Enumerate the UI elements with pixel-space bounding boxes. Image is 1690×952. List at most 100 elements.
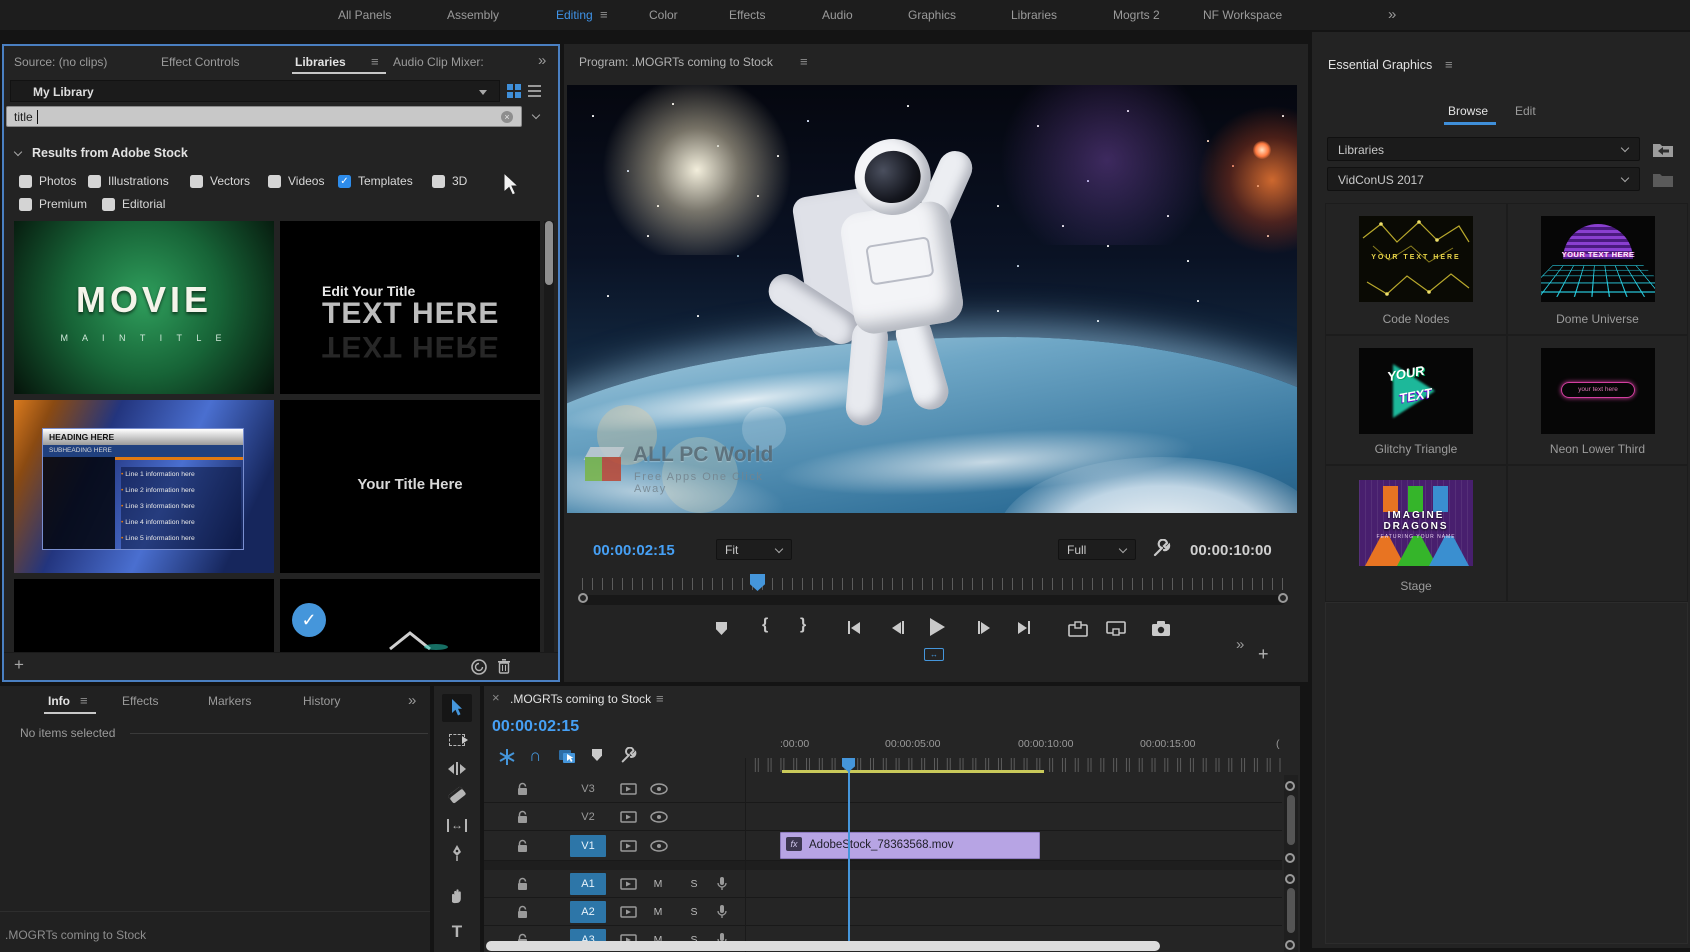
snap-magnet-icon[interactable]: ∩ (529, 746, 541, 766)
a2-solo-button[interactable]: S (686, 904, 702, 920)
v2-lock-icon[interactable] (516, 810, 529, 825)
folder-icon[interactable] (1652, 170, 1674, 188)
essential-graphics-menu-icon[interactable]: ≡ (1445, 57, 1453, 72)
go-to-out-button[interactable] (1018, 621, 1030, 634)
scrollbar-right-handle[interactable] (1278, 593, 1288, 603)
stock-template-item[interactable] (14, 579, 274, 652)
v2-sync-lock-icon[interactable] (620, 810, 638, 824)
a1-solo-button[interactable]: S (686, 876, 702, 892)
program-panel-menu-icon[interactable]: ≡ (800, 54, 808, 69)
timeline-playhead-line[interactable] (848, 760, 850, 942)
nest-sequence-icon[interactable] (498, 748, 516, 766)
tab-source-monitor[interactable]: Source: (no clips) (14, 55, 107, 69)
workspace-tab-all-panels[interactable]: All Panels (338, 8, 391, 22)
premium-checkbox[interactable] (19, 198, 32, 211)
workspace-tab-assembly[interactable]: Assembly (447, 8, 499, 22)
libraries-panel-menu-icon[interactable]: ≡ (371, 54, 379, 69)
filter-premium[interactable]: Premium (19, 197, 87, 211)
workspace-tab-mogrts2[interactable]: Mogrts 2 (1113, 8, 1160, 22)
a1-voiceover-mic-icon[interactable] (716, 876, 728, 892)
filter-videos[interactable]: Videos (268, 174, 324, 188)
tab-history[interactable]: History (303, 694, 340, 708)
three-d-checkbox[interactable] (432, 175, 445, 188)
v1-sync-lock-icon[interactable] (620, 839, 638, 853)
stock-template-text-here[interactable]: Edit Your Title TEXT HERE TEXT HERE (280, 221, 540, 394)
audio-zoom-handle-bottom[interactable] (1285, 940, 1295, 950)
tab-effect-controls[interactable]: Effect Controls (161, 55, 239, 69)
stock-template-your-title-here[interactable]: Your Title Here (280, 400, 540, 573)
program-scrollbar[interactable] (580, 595, 1286, 605)
search-clear-icon[interactable]: × (501, 111, 513, 123)
v3-toggle-visibility-icon[interactable] (650, 783, 668, 795)
program-overflow-chevron-icon[interactable]: » (1236, 636, 1244, 653)
filter-templates[interactable]: ✓Templates (338, 174, 413, 188)
workspace-tab-effects[interactable]: Effects (729, 8, 765, 22)
mogrt-code-nodes[interactable]: YOUR TEXT HERE Code Nodes (1325, 203, 1507, 335)
vectors-checkbox[interactable] (190, 175, 203, 188)
editorial-checkbox[interactable] (102, 198, 115, 211)
step-back-button[interactable] (892, 621, 904, 634)
timeline-add-marker-icon[interactable] (592, 749, 602, 761)
slip-tool[interactable]: ↔ (434, 818, 480, 832)
quality-dropdown[interactable]: Full (1058, 539, 1136, 560)
tab-browse[interactable]: Browse (1448, 104, 1488, 118)
video-audio-divider[interactable] (484, 861, 1282, 870)
workspace-tab-audio[interactable]: Audio (822, 8, 853, 22)
program-timecode[interactable]: 00:00:02:15 (593, 542, 675, 559)
work-area-bar[interactable] (782, 770, 1044, 773)
delete-item-icon[interactable] (496, 658, 512, 676)
a2-sync-lock-icon[interactable] (620, 905, 638, 919)
clip-fx-badge[interactable]: fx (786, 837, 802, 851)
add-marker-button[interactable] (716, 622, 727, 635)
type-tool[interactable]: T (434, 922, 480, 942)
stock-template-item-downloaded[interactable]: ✓ (280, 579, 540, 652)
v3-lock-icon[interactable] (516, 782, 529, 797)
fit-dropdown[interactable]: Fit (716, 539, 792, 560)
stock-template-movie-main-title[interactable]: MOVIE M A I N T I T L E (14, 221, 274, 394)
mogrt-glitchy-triangle[interactable]: YOUR TEXT Glitchy Triangle (1325, 335, 1507, 465)
workspace-tab-nf-workspace[interactable]: NF Workspace (1203, 8, 1282, 22)
workspace-tab-libraries[interactable]: Libraries (1011, 8, 1057, 22)
results-collapse-chevron-icon[interactable] (14, 148, 22, 156)
workspace-tab-color[interactable]: Color (649, 8, 678, 22)
tab-libraries[interactable]: Libraries (295, 55, 346, 69)
hand-tool[interactable] (434, 886, 480, 904)
libraries-filter-dropdown[interactable]: Libraries (1327, 137, 1640, 161)
list-view-icon[interactable] (528, 85, 541, 97)
a1-lock-icon[interactable] (516, 877, 529, 892)
pen-tool[interactable] (434, 844, 480, 862)
selection-tool[interactable] (442, 694, 472, 722)
timeline-settings-wrench-icon[interactable] (620, 747, 638, 765)
illustrations-checkbox[interactable] (88, 175, 101, 188)
sync-library-icon[interactable] (1652, 140, 1674, 158)
editing-panel-menu-icon[interactable]: ≡ (600, 7, 608, 22)
videos-checkbox[interactable] (268, 175, 281, 188)
a2-lock-icon[interactable] (516, 905, 529, 920)
program-ruler[interactable] (582, 578, 1292, 590)
filter-editorial[interactable]: Editorial (102, 197, 165, 211)
mark-in-button[interactable]: { (762, 616, 768, 634)
filter-vectors[interactable]: Vectors (190, 174, 250, 188)
source-group-overflow-chevron-icon[interactable]: » (538, 52, 546, 69)
filter-illustrations[interactable]: Illustrations (88, 174, 169, 188)
ripple-edit-tool[interactable] (434, 762, 480, 775)
mogrt-stage[interactable]: IMAGINE DRAGONS FEATURING YOUR NAME Stag… (1325, 465, 1507, 602)
razor-tool[interactable] (434, 790, 480, 800)
track-a1-name[interactable]: A1 (570, 873, 606, 895)
v1-toggle-visibility-icon[interactable] (650, 840, 668, 852)
timeline-v-scrollbar[interactable] (1284, 775, 1298, 952)
grid-view-icon[interactable] (507, 84, 521, 98)
tab-effects[interactable]: Effects (122, 694, 158, 708)
mark-out-button[interactable]: } (800, 616, 806, 634)
track-a2-name[interactable]: A2 (570, 901, 606, 923)
a2-mute-button[interactable]: M (650, 904, 666, 920)
a1-mute-button[interactable]: M (650, 876, 666, 892)
timeline-tab-title[interactable]: .MOGRTs coming to Stock (510, 692, 651, 706)
tab-audio-clip-mixer[interactable]: Audio Clip Mixer: (393, 55, 484, 69)
track-v2-name[interactable]: V2 (570, 806, 606, 828)
timeline-timecode[interactable]: 00:00:02:15 (492, 718, 579, 736)
info-overflow-chevron-icon[interactable]: » (408, 692, 416, 709)
timeline-close-icon[interactable]: × (492, 690, 500, 705)
stock-template-news-lower-third[interactable]: HEADING HERE SUBHEADING HERE • Line 1 in… (14, 400, 274, 573)
library-scrollbar-thumb[interactable] (545, 221, 553, 285)
